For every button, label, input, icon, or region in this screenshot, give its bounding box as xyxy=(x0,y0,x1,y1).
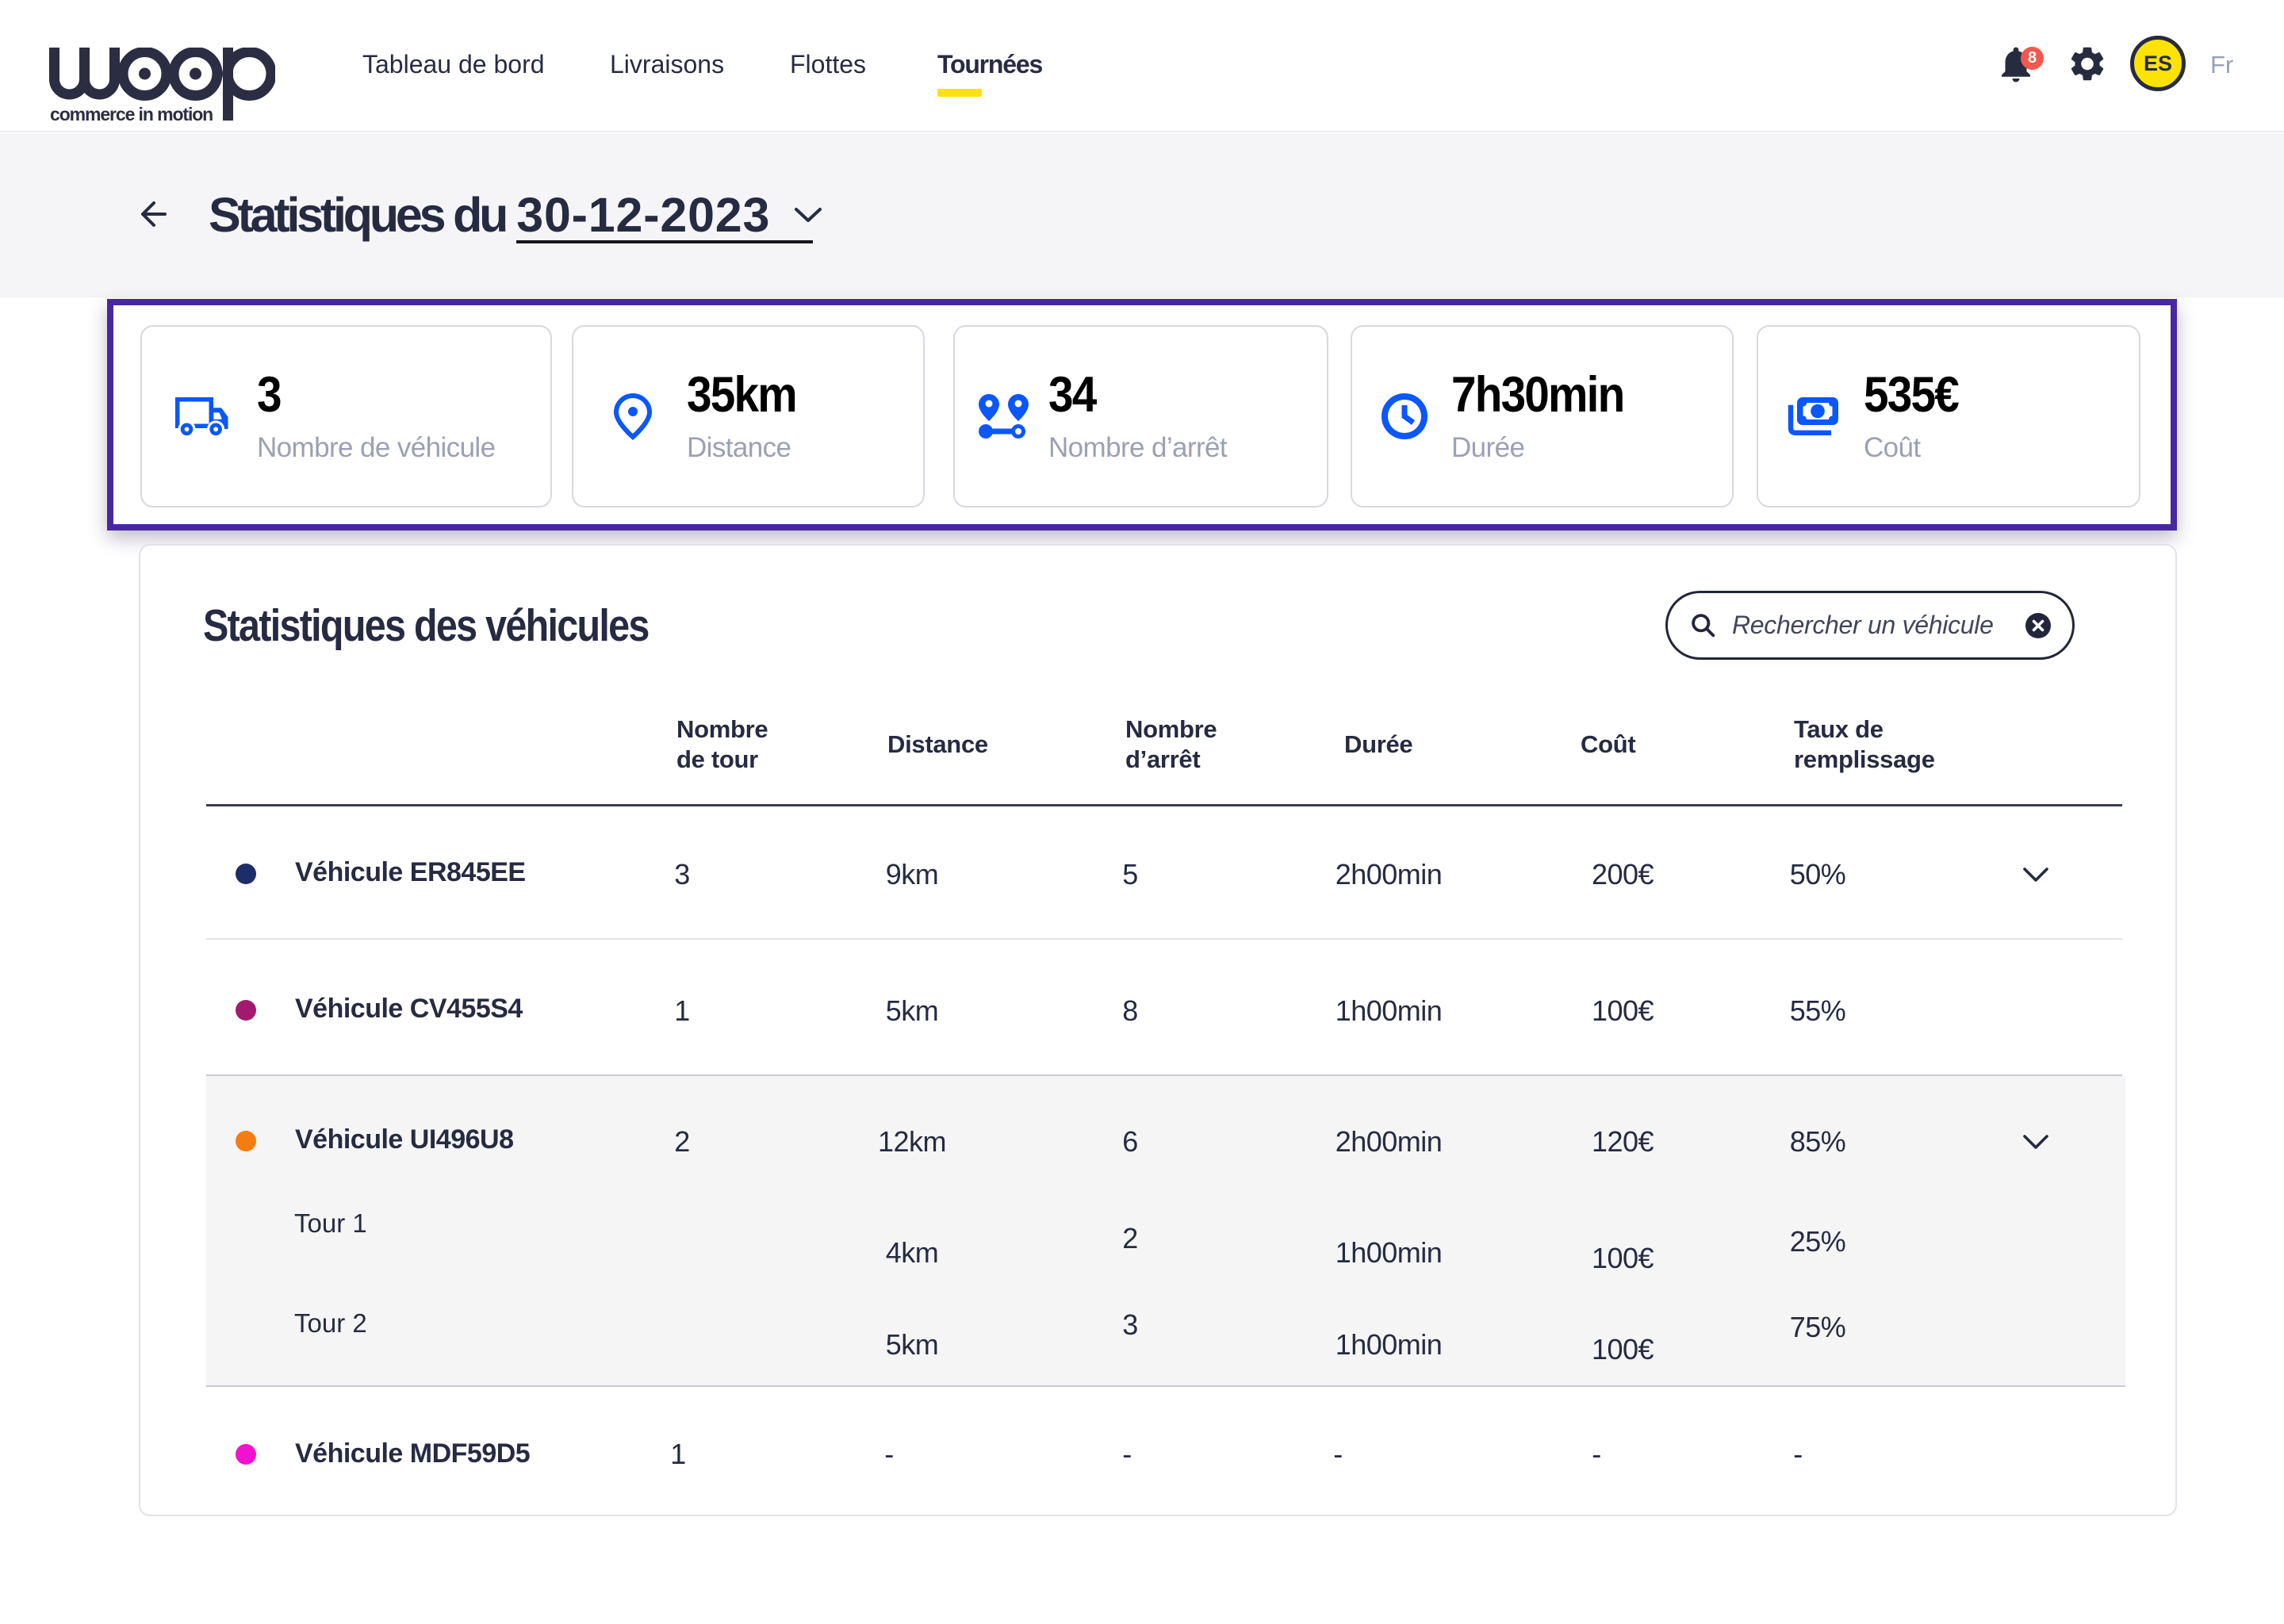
svg-text:commerce in motion: commerce in motion xyxy=(50,104,213,122)
